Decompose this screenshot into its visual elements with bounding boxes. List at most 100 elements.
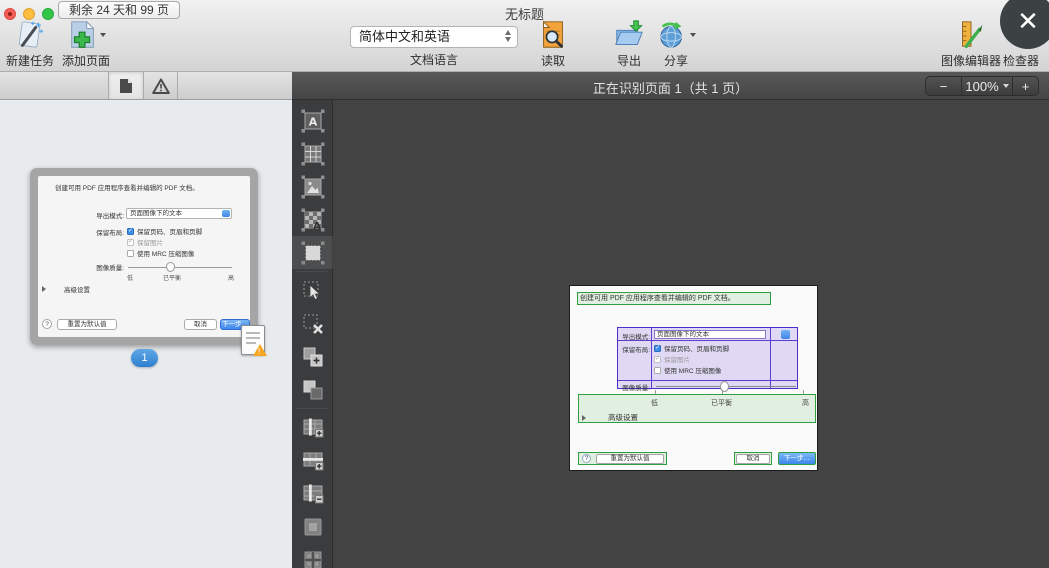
text-zone-description[interactable]: 创建可用 PDF 应用程序查看并编辑的 PDF 文档。 (577, 292, 771, 305)
table-row-separator[interactable] (618, 380, 797, 381)
dialog-description: 创建可用 PDF 应用程序查看并编辑的 PDF 文档。 (55, 185, 199, 192)
text-zone-cancel[interactable]: 取消 (734, 452, 772, 465)
text-zone-advanced[interactable]: 低 已平衡 高 高级设置 (578, 394, 816, 423)
tool-select-area[interactable] (292, 274, 333, 307)
page-thumbnail[interactable]: 创建可用 PDF 应用程序查看并编辑的 PDF 文档。 导出模式: 页面图像下的… (30, 168, 267, 356)
top-toolbar: 剩余 24 天和 99 页 无标题 新建任务 添加页面 简体中文和英语 文档语言… (0, 0, 1049, 72)
add-page-icon (71, 20, 95, 48)
advanced-settings-row: 高级设置 (42, 284, 90, 294)
close-icon: ✕ (1017, 5, 1039, 36)
add-pages-caret-icon (100, 33, 106, 37)
table-area-icon (301, 142, 324, 165)
toolstrip-separator (296, 408, 328, 409)
checkbox-row: 使用 MRC 压缩图像 (654, 365, 721, 375)
checkbox-row: ✓ 保留图片 (654, 355, 690, 364)
checkbox-row: ✓ 保留图片 (127, 238, 163, 247)
checkbox-disabled-icon: ✓ (654, 355, 661, 363)
select-area-icon (303, 281, 321, 300)
tool-add-area-part[interactable] (292, 340, 333, 373)
export-button[interactable]: 导出 (612, 19, 646, 69)
checkbox-row: 使用 MRC 压缩图像 (127, 248, 194, 258)
tool-delete-area[interactable] (292, 307, 333, 340)
magic-wand-icon (18, 21, 44, 48)
tool-recognition-area[interactable] (292, 236, 333, 269)
toolstrip-separator (296, 271, 328, 272)
checkbox-unchecked-icon (127, 249, 134, 257)
zoom-in-button[interactable]: + (1012, 77, 1038, 95)
add-table-column-icon (303, 418, 323, 437)
select-stepper-icon (222, 210, 230, 217)
reset-button: 重置为默认值 (57, 319, 117, 330)
app-window: 剩余 24 天和 99 页 无标题 新建任务 添加页面 简体中文和英语 文档语言… (0, 0, 1049, 568)
text-zone-reset[interactable]: ? 重置为默认值 (578, 452, 667, 465)
add-area-part-icon (303, 347, 322, 366)
checkbox-unchecked-icon (654, 366, 661, 374)
warnings-view-button[interactable] (143, 72, 177, 99)
share-button[interactable]: 分享 (656, 19, 696, 69)
picture-area-icon (301, 175, 324, 198)
status-bar: 正在识别页面 1（共 1 页） − 100% + (0, 72, 1049, 100)
recognition-page[interactable]: 创建可用 PDF 应用程序查看并编辑的 PDF 文档。 导出模式: 页面图像下的… (569, 285, 818, 471)
tool-remove-table-lines[interactable] (292, 477, 333, 510)
checkbox-row: ✓ 保留页码、页眉和页脚 (127, 227, 202, 236)
add-table-row-icon (302, 452, 323, 470)
remove-area-part-icon (303, 380, 322, 399)
disclosure-triangle-icon (582, 414, 586, 421)
select-stepper-icon (781, 330, 790, 339)
image-editor-button[interactable]: 图像编辑器 (941, 19, 1001, 69)
export-folder-icon (615, 20, 643, 45)
document-language-select[interactable]: 简体中文和英语 (350, 26, 518, 48)
checkbox-checked-icon: ✓ (127, 227, 134, 235)
area-tools-strip: A A (292, 100, 333, 568)
tool-remove-area-part[interactable] (292, 373, 333, 406)
recognition-area-icon (301, 241, 324, 264)
thumbnail-dialog: 创建可用 PDF 应用程序查看并编辑的 PDF 文档。 导出模式: 页面图像下的… (38, 176, 250, 337)
zoom-caret-icon (1002, 84, 1009, 88)
new-task-button[interactable]: 新建任务 (6, 19, 54, 69)
checkbox-checked-icon: ✓ (654, 344, 661, 352)
tool-add-table-column[interactable] (292, 411, 333, 444)
add-pages-button[interactable]: 添加页面 (62, 19, 110, 69)
view-switcher (0, 72, 292, 100)
zoom-out-button[interactable]: − (926, 77, 961, 95)
tool-merge-cells[interactable] (292, 510, 333, 543)
table-zone-form[interactable]: 导出模式: 页面图像下的文本 保留布局: ✓ 保留页码、页眉和页脚 ✓ 保留图片… (617, 327, 798, 392)
share-globe-icon (660, 21, 682, 48)
merge-cells-icon (304, 518, 321, 535)
tool-table-area[interactable] (292, 137, 333, 170)
warning-icon (151, 78, 170, 94)
recognition-status-bar: 正在识别页面 1（共 1 页） − 100% + (292, 72, 1049, 100)
page-icon (120, 78, 132, 93)
svg-text:A: A (313, 221, 321, 232)
page-status-icon (241, 325, 267, 356)
tool-add-table-row[interactable] (292, 444, 333, 477)
tool-picture-area[interactable] (292, 170, 333, 203)
quality-slider-track (128, 267, 232, 268)
cancel-button: 取消 (736, 454, 770, 464)
document-canvas[interactable]: 创建可用 PDF 应用程序查看并编辑的 PDF 文档。 导出模式: 页面图像下的… (333, 100, 1049, 568)
image-editor-icon (962, 21, 983, 48)
disclosure-triangle-icon (42, 286, 46, 292)
delete-area-icon (303, 314, 323, 334)
table-column-separator[interactable] (651, 328, 652, 388)
help-button: ? (582, 454, 591, 463)
split-cells-icon (304, 551, 321, 568)
read-button[interactable]: 读取 (536, 19, 570, 69)
reset-button: 重置为默认值 (596, 454, 664, 464)
tool-text-area[interactable]: A (292, 104, 333, 137)
tool-split-cells[interactable] (292, 543, 333, 568)
table-column-separator[interactable] (770, 328, 771, 388)
svg-text:A: A (308, 115, 317, 128)
quality-slider-thumb (166, 262, 175, 272)
export-mode-select: 页面图像下的文本 (654, 330, 766, 339)
next-button-zone[interactable]: 下一步… (778, 452, 816, 465)
tool-background-picture-area[interactable]: A (292, 203, 333, 236)
zoom-level-dropdown[interactable]: 100% (961, 77, 1012, 95)
recognition-warning-icon (253, 344, 267, 356)
quality-slider-thumb (720, 381, 729, 392)
document-language-label: 文档语言 (409, 53, 458, 67)
text-area-icon: A (301, 109, 324, 132)
pages-sidebar: 创建可用 PDF 应用程序查看并编辑的 PDF 文档。 导出模式: 页面图像下的… (0, 100, 292, 568)
pages-view-button[interactable] (109, 72, 143, 99)
read-page-icon (543, 20, 563, 48)
